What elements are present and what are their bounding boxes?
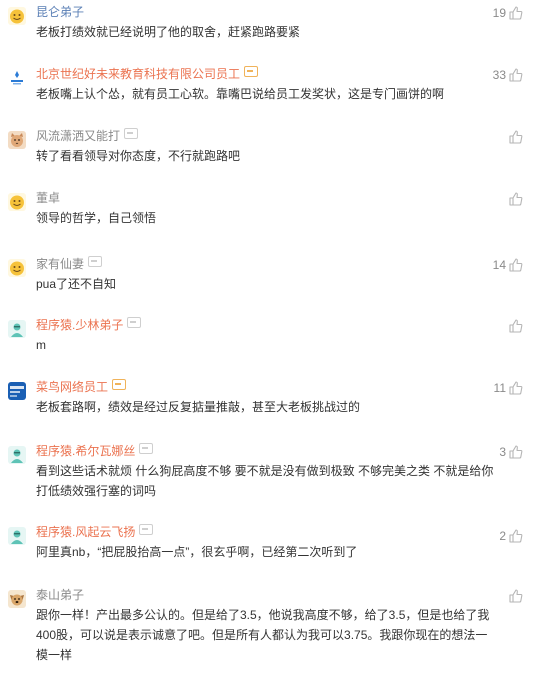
comment-username[interactable]: 董卓 (36, 190, 60, 206)
thumbs-up-icon (509, 529, 523, 543)
comment-text: m (36, 338, 46, 352)
like-button[interactable]: 33 (493, 67, 524, 83)
comment-username[interactable]: 菜鸟网络员工 (36, 379, 127, 395)
like-count: 33 (492, 68, 506, 82)
thumbs-up-icon (509, 68, 523, 82)
like-count: 14 (492, 258, 506, 272)
level-badge-icon (139, 524, 154, 535)
like-button[interactable] (506, 191, 524, 207)
comment-text: 看到这些话术就烦 什么狗屁高度不够 要不就是没有做到极致 不够完美之类 不就是给… (36, 464, 494, 498)
like-count: 11 (493, 381, 506, 395)
like-count: 19 (492, 6, 506, 20)
like-button[interactable]: 3 (499, 444, 524, 460)
like-button[interactable]: 2 (499, 528, 524, 544)
comment-text: 领导的哲学，自己领悟 (36, 211, 157, 225)
comment-text: 跟你一样！产出最多公认的。但是给了3.5，他说我高度不够，给了3.5，但是也给了… (36, 608, 490, 662)
like-button[interactable]: 14 (493, 257, 524, 273)
thumbs-up-icon (509, 6, 523, 20)
like-count: 2 (499, 529, 506, 543)
level-badge-icon (88, 256, 103, 267)
vip-badge-icon (112, 379, 127, 390)
thumbs-up-icon (509, 381, 523, 395)
comment-username[interactable]: 昆仑弟子 (36, 4, 84, 20)
comment-username[interactable]: 家有仙妻 (36, 256, 103, 272)
smiley-avatar-icon[interactable] (8, 7, 26, 25)
comment-username[interactable]: 北京世纪好未来教育科技有限公司员工 (36, 66, 259, 82)
level-badge-icon (124, 128, 139, 139)
thumbs-up-icon (509, 192, 523, 206)
cainiao-logo-avatar-icon[interactable] (8, 382, 26, 400)
comment-username[interactable]: 泰山弟子 (36, 587, 84, 603)
comment-text: 老板嘴上认个怂，就有员工心软。靠嘴巴说给员工发奖状，这是专门画饼的啊 (36, 87, 445, 101)
thumbs-up-icon (509, 319, 523, 333)
company-logo-avatar-icon[interactable] (8, 69, 26, 87)
vip-badge-icon (244, 66, 259, 77)
comment-text: 转了看看领导对你态度，不行就跑路吧 (36, 149, 241, 163)
level-badge-icon (139, 443, 154, 454)
like-count: 3 (499, 445, 506, 459)
coder-avatar-icon[interactable] (8, 320, 26, 338)
comment-text: 老板套路啊，绩效是经过反复掂量推敲，甚至大老板挑战过的 (36, 400, 361, 414)
comment-text: pua了还不自知 (36, 277, 117, 291)
cat-avatar-icon[interactable] (8, 131, 26, 149)
dog-avatar-icon[interactable] (8, 590, 26, 608)
like-button[interactable]: 19 (493, 5, 524, 21)
coder-avatar-icon[interactable] (8, 527, 26, 545)
like-button[interactable]: 11 (494, 380, 524, 396)
like-button[interactable] (506, 129, 524, 145)
comment-username[interactable]: 程序猿.希尔瓦娜丝 (36, 443, 154, 459)
comment-username[interactable]: 程序猿.少林弟子 (36, 317, 142, 333)
like-button[interactable] (506, 318, 524, 334)
like-button[interactable] (506, 588, 524, 604)
thumbs-up-icon (509, 130, 523, 144)
smiley-avatar-icon[interactable] (8, 193, 26, 211)
thumbs-up-icon (509, 589, 523, 603)
comment-text: 老板打绩效就已经说明了他的取舍，赶紧跑路要紧 (36, 25, 301, 39)
level-badge-icon (127, 317, 142, 328)
thumbs-up-icon (509, 445, 523, 459)
comment-username[interactable]: 风流潇洒又能打 (36, 128, 139, 144)
comment-username[interactable]: 程序猿.风起云飞扬 (36, 524, 154, 540)
comment-text: 阿里真nb，“把屁股抬高一点”，很玄乎啊，已经第二次听到了 (36, 545, 358, 559)
thumbs-up-icon (509, 258, 523, 272)
smiley-avatar-icon[interactable] (8, 259, 26, 277)
coder-avatar-icon[interactable] (8, 446, 26, 464)
